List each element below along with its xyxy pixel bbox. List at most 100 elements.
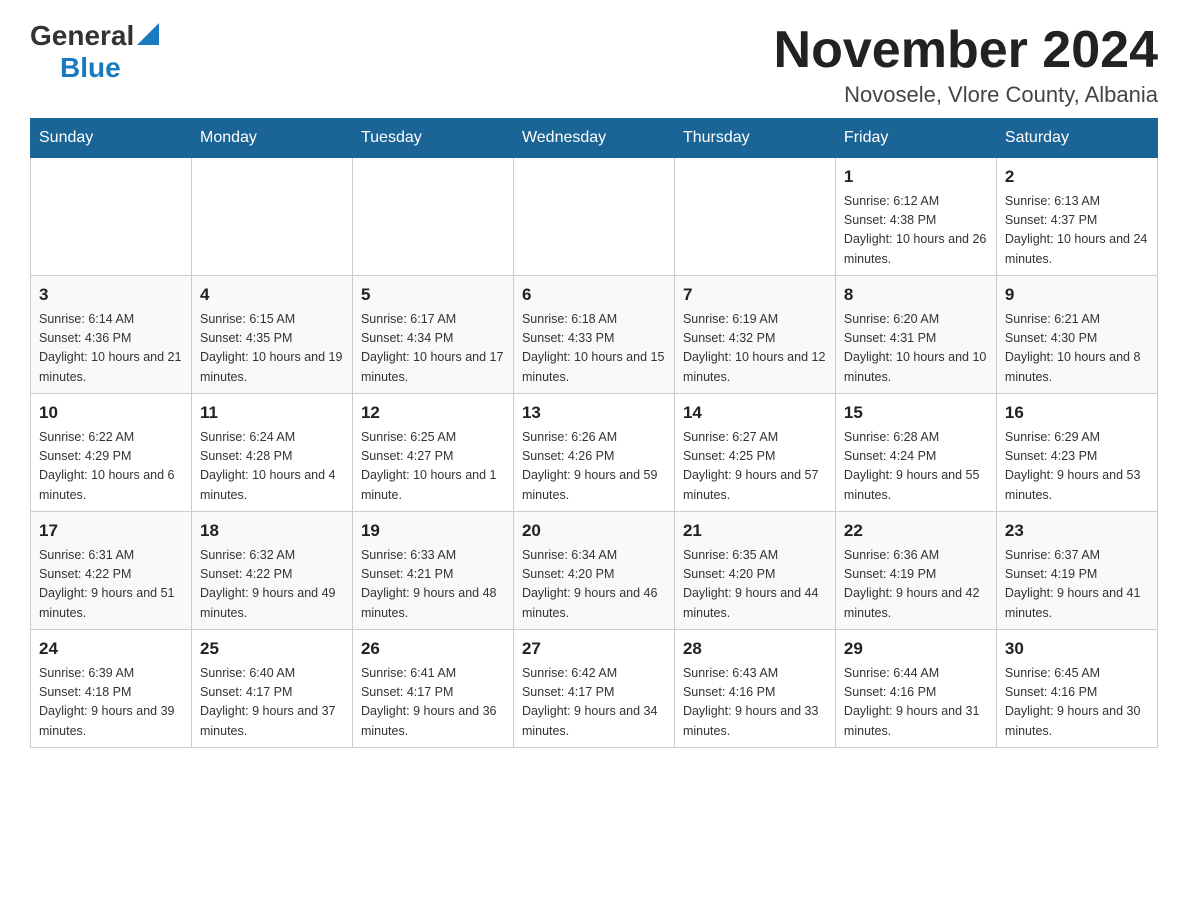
day-number: 28 (683, 636, 827, 662)
day-number: 2 (1005, 164, 1149, 190)
day-info: Sunrise: 6:18 AMSunset: 4:33 PMDaylight:… (522, 310, 666, 388)
day-number: 15 (844, 400, 988, 426)
day-number: 12 (361, 400, 505, 426)
calendar-cell: 11Sunrise: 6:24 AMSunset: 4:28 PMDayligh… (191, 394, 352, 512)
calendar-cell: 4Sunrise: 6:15 AMSunset: 4:35 PMDaylight… (191, 276, 352, 394)
day-number: 19 (361, 518, 505, 544)
day-number: 23 (1005, 518, 1149, 544)
calendar-week-row: 17Sunrise: 6:31 AMSunset: 4:22 PMDayligh… (31, 512, 1158, 630)
weekday-header-thursday: Thursday (674, 119, 835, 158)
day-info: Sunrise: 6:42 AMSunset: 4:17 PMDaylight:… (522, 664, 666, 742)
day-info: Sunrise: 6:34 AMSunset: 4:20 PMDaylight:… (522, 546, 666, 624)
logo-blue-text: Blue (60, 52, 121, 84)
day-number: 17 (39, 518, 183, 544)
day-info: Sunrise: 6:17 AMSunset: 4:34 PMDaylight:… (361, 310, 505, 388)
day-info: Sunrise: 6:37 AMSunset: 4:19 PMDaylight:… (1005, 546, 1149, 624)
day-info: Sunrise: 6:44 AMSunset: 4:16 PMDaylight:… (844, 664, 988, 742)
calendar-cell: 8Sunrise: 6:20 AMSunset: 4:31 PMDaylight… (835, 276, 996, 394)
day-number: 10 (39, 400, 183, 426)
day-number: 29 (844, 636, 988, 662)
calendar-cell: 21Sunrise: 6:35 AMSunset: 4:20 PMDayligh… (674, 512, 835, 630)
calendar-cell: 7Sunrise: 6:19 AMSunset: 4:32 PMDaylight… (674, 276, 835, 394)
calendar-cell (191, 158, 352, 276)
calendar-cell: 27Sunrise: 6:42 AMSunset: 4:17 PMDayligh… (513, 630, 674, 748)
day-info: Sunrise: 6:32 AMSunset: 4:22 PMDaylight:… (200, 546, 344, 624)
day-number: 4 (200, 282, 344, 308)
calendar-cell: 1Sunrise: 6:12 AMSunset: 4:38 PMDaylight… (835, 158, 996, 276)
calendar-cell: 16Sunrise: 6:29 AMSunset: 4:23 PMDayligh… (996, 394, 1157, 512)
day-number: 25 (200, 636, 344, 662)
weekday-header-wednesday: Wednesday (513, 119, 674, 158)
calendar-cell: 22Sunrise: 6:36 AMSunset: 4:19 PMDayligh… (835, 512, 996, 630)
title-block: November 2024 Novosele, Vlore County, Al… (774, 20, 1158, 108)
day-info: Sunrise: 6:35 AMSunset: 4:20 PMDaylight:… (683, 546, 827, 624)
day-info: Sunrise: 6:43 AMSunset: 4:16 PMDaylight:… (683, 664, 827, 742)
weekday-header-friday: Friday (835, 119, 996, 158)
day-info: Sunrise: 6:33 AMSunset: 4:21 PMDaylight:… (361, 546, 505, 624)
page-header: General Blue November 2024 Novosele, Vlo… (30, 20, 1158, 108)
calendar-body: 1Sunrise: 6:12 AMSunset: 4:38 PMDaylight… (31, 158, 1158, 748)
calendar-cell: 23Sunrise: 6:37 AMSunset: 4:19 PMDayligh… (996, 512, 1157, 630)
calendar-week-row: 24Sunrise: 6:39 AMSunset: 4:18 PMDayligh… (31, 630, 1158, 748)
calendar-cell: 5Sunrise: 6:17 AMSunset: 4:34 PMDaylight… (352, 276, 513, 394)
day-number: 30 (1005, 636, 1149, 662)
calendar-cell: 9Sunrise: 6:21 AMSunset: 4:30 PMDaylight… (996, 276, 1157, 394)
day-number: 14 (683, 400, 827, 426)
calendar-cell: 30Sunrise: 6:45 AMSunset: 4:16 PMDayligh… (996, 630, 1157, 748)
day-number: 5 (361, 282, 505, 308)
calendar-cell: 19Sunrise: 6:33 AMSunset: 4:21 PMDayligh… (352, 512, 513, 630)
day-number: 22 (844, 518, 988, 544)
calendar-cell: 3Sunrise: 6:14 AMSunset: 4:36 PMDaylight… (31, 276, 192, 394)
day-info: Sunrise: 6:31 AMSunset: 4:22 PMDaylight:… (39, 546, 183, 624)
day-number: 18 (200, 518, 344, 544)
calendar-cell: 18Sunrise: 6:32 AMSunset: 4:22 PMDayligh… (191, 512, 352, 630)
day-number: 13 (522, 400, 666, 426)
day-info: Sunrise: 6:19 AMSunset: 4:32 PMDaylight:… (683, 310, 827, 388)
day-number: 3 (39, 282, 183, 308)
calendar-cell: 20Sunrise: 6:34 AMSunset: 4:20 PMDayligh… (513, 512, 674, 630)
day-info: Sunrise: 6:39 AMSunset: 4:18 PMDaylight:… (39, 664, 183, 742)
calendar-cell: 29Sunrise: 6:44 AMSunset: 4:16 PMDayligh… (835, 630, 996, 748)
weekday-header-tuesday: Tuesday (352, 119, 513, 158)
weekday-header-sunday: Sunday (31, 119, 192, 158)
calendar-cell (513, 158, 674, 276)
calendar-week-row: 3Sunrise: 6:14 AMSunset: 4:36 PMDaylight… (31, 276, 1158, 394)
day-number: 8 (844, 282, 988, 308)
day-number: 26 (361, 636, 505, 662)
day-number: 21 (683, 518, 827, 544)
day-number: 6 (522, 282, 666, 308)
calendar-cell: 26Sunrise: 6:41 AMSunset: 4:17 PMDayligh… (352, 630, 513, 748)
weekday-header-saturday: Saturday (996, 119, 1157, 158)
calendar-week-row: 1Sunrise: 6:12 AMSunset: 4:38 PMDaylight… (31, 158, 1158, 276)
day-info: Sunrise: 6:36 AMSunset: 4:19 PMDaylight:… (844, 546, 988, 624)
day-number: 1 (844, 164, 988, 190)
day-info: Sunrise: 6:29 AMSunset: 4:23 PMDaylight:… (1005, 428, 1149, 506)
day-info: Sunrise: 6:26 AMSunset: 4:26 PMDaylight:… (522, 428, 666, 506)
day-info: Sunrise: 6:45 AMSunset: 4:16 PMDaylight:… (1005, 664, 1149, 742)
calendar-cell: 17Sunrise: 6:31 AMSunset: 4:22 PMDayligh… (31, 512, 192, 630)
day-info: Sunrise: 6:13 AMSunset: 4:37 PMDaylight:… (1005, 192, 1149, 270)
day-info: Sunrise: 6:15 AMSunset: 4:35 PMDaylight:… (200, 310, 344, 388)
calendar-cell: 6Sunrise: 6:18 AMSunset: 4:33 PMDaylight… (513, 276, 674, 394)
day-info: Sunrise: 6:40 AMSunset: 4:17 PMDaylight:… (200, 664, 344, 742)
calendar-cell (674, 158, 835, 276)
day-number: 9 (1005, 282, 1149, 308)
calendar-cell (352, 158, 513, 276)
calendar-cell: 25Sunrise: 6:40 AMSunset: 4:17 PMDayligh… (191, 630, 352, 748)
logo: General Blue (30, 20, 159, 84)
calendar-cell: 10Sunrise: 6:22 AMSunset: 4:29 PMDayligh… (31, 394, 192, 512)
calendar-week-row: 10Sunrise: 6:22 AMSunset: 4:29 PMDayligh… (31, 394, 1158, 512)
calendar-cell: 24Sunrise: 6:39 AMSunset: 4:18 PMDayligh… (31, 630, 192, 748)
month-title: November 2024 (774, 20, 1158, 80)
calendar-cell (31, 158, 192, 276)
day-number: 16 (1005, 400, 1149, 426)
day-info: Sunrise: 6:20 AMSunset: 4:31 PMDaylight:… (844, 310, 988, 388)
day-number: 20 (522, 518, 666, 544)
calendar-cell: 13Sunrise: 6:26 AMSunset: 4:26 PMDayligh… (513, 394, 674, 512)
location-title: Novosele, Vlore County, Albania (774, 82, 1158, 108)
calendar-cell: 28Sunrise: 6:43 AMSunset: 4:16 PMDayligh… (674, 630, 835, 748)
day-info: Sunrise: 6:22 AMSunset: 4:29 PMDaylight:… (39, 428, 183, 506)
day-info: Sunrise: 6:21 AMSunset: 4:30 PMDaylight:… (1005, 310, 1149, 388)
day-info: Sunrise: 6:12 AMSunset: 4:38 PMDaylight:… (844, 192, 988, 270)
calendar-cell: 15Sunrise: 6:28 AMSunset: 4:24 PMDayligh… (835, 394, 996, 512)
